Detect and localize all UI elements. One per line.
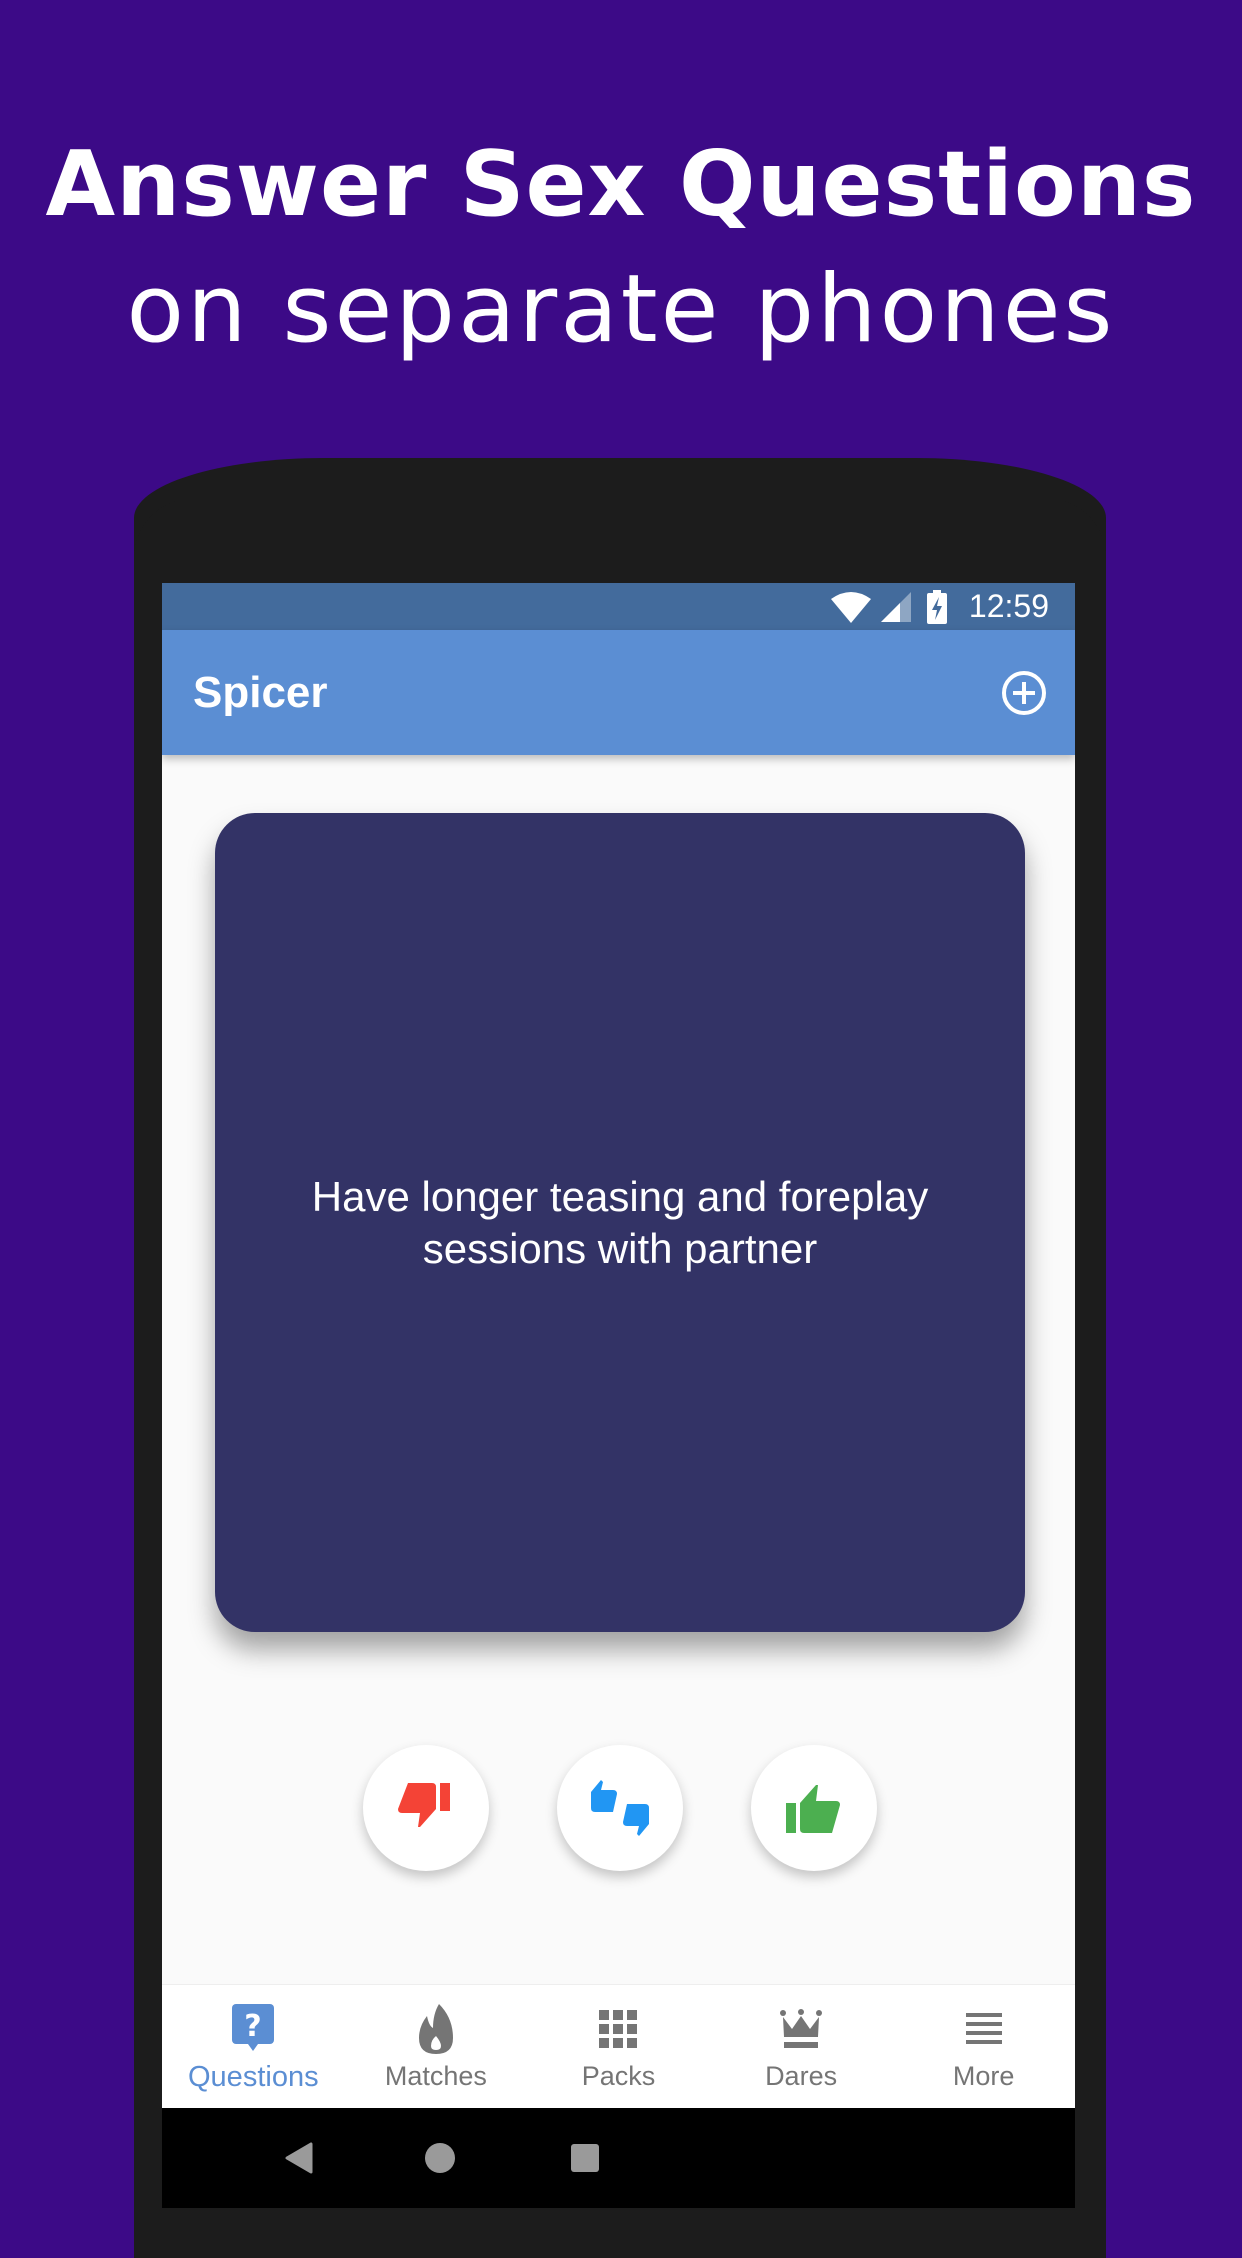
nav-recents-button[interactable] xyxy=(565,2138,605,2178)
tab-label: Questions xyxy=(188,2061,319,2093)
home-icon xyxy=(425,2143,455,2173)
tab-label: Matches xyxy=(384,2061,487,2091)
tab-matches[interactable]: Matches xyxy=(345,1985,528,2109)
tab-dares[interactable]: Dares xyxy=(710,1985,893,2109)
back-icon xyxy=(285,2142,313,2174)
svg-text:?: ? xyxy=(245,2009,262,2044)
wifi-icon xyxy=(830,591,871,623)
status-bar: 12:59 xyxy=(162,583,1075,630)
question-bubble-icon: ? xyxy=(232,2004,275,2051)
status-time: 12:59 xyxy=(968,588,1049,624)
app-bar: Spicer xyxy=(162,630,1075,755)
thumbs-up-icon xyxy=(786,1785,840,1833)
menu-icon xyxy=(965,2013,1002,2044)
cell-signal-icon xyxy=(880,591,911,622)
maybe-button[interactable] xyxy=(557,1745,683,1871)
flame-icon xyxy=(418,2004,453,2054)
app-title: Spicer xyxy=(193,668,328,717)
like-button[interactable] xyxy=(751,1745,877,1871)
app-screen: 12:59 Spicer Have longer teasing and for… xyxy=(162,583,1075,2208)
battery-charging-icon xyxy=(926,589,947,624)
bottom-tab-bar: ? Questions Matches Packs Dares More xyxy=(162,1984,1075,2109)
tab-label: Dares xyxy=(765,2061,838,2091)
tab-packs[interactable]: Packs xyxy=(527,1985,710,2109)
dislike-button[interactable] xyxy=(363,1745,489,1871)
recents-icon xyxy=(571,2144,599,2172)
crown-icon xyxy=(780,2009,823,2048)
tab-more[interactable]: More xyxy=(892,1985,1075,2109)
grid-icon xyxy=(599,2010,638,2048)
add-button[interactable] xyxy=(1001,670,1047,716)
add-circle-icon xyxy=(1002,671,1046,715)
thumbs-down-icon xyxy=(398,1783,450,1827)
promo-subheadline: on separate phones xyxy=(126,255,1116,364)
thumbs-mixed-icon xyxy=(591,1780,649,1836)
question-text: Have longer teasing and foreplay session… xyxy=(311,1172,929,1272)
nav-home-button[interactable] xyxy=(420,2138,460,2178)
question-card[interactable]: Have longer teasing and foreplay session… xyxy=(215,813,1025,1632)
promo-headline: Answer Sex Questions xyxy=(45,132,1197,237)
tab-label: More xyxy=(952,2061,1015,2091)
nav-back-button[interactable] xyxy=(279,2138,319,2178)
system-nav-bar xyxy=(162,2108,1075,2208)
tab-questions[interactable]: ? Questions xyxy=(162,1985,345,2109)
tab-label: Packs xyxy=(581,2061,656,2091)
